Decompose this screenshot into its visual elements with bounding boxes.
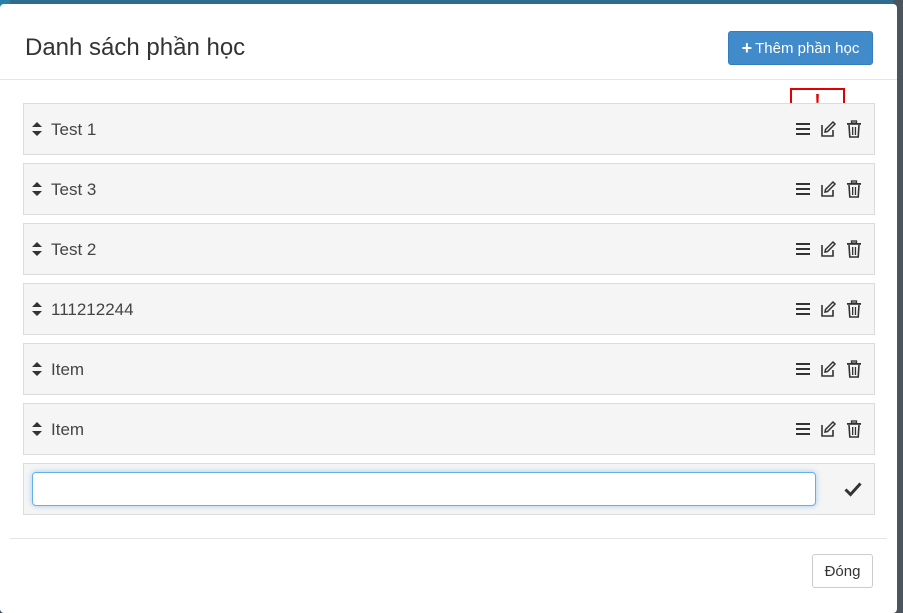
trash-icon[interactable] <box>845 180 863 198</box>
sections-modal: Danh sách phần học + Thêm phần học ! Tes… <box>0 4 897 613</box>
sort-icon[interactable] <box>31 422 43 436</box>
sort-icon[interactable] <box>31 122 43 136</box>
new-section-row <box>23 463 875 515</box>
trash-icon[interactable] <box>845 240 863 258</box>
bars-icon[interactable] <box>794 420 812 438</box>
edit-icon[interactable] <box>819 300 837 318</box>
edit-icon[interactable] <box>819 180 837 198</box>
section-row[interactable]: Test 3 <box>23 163 875 215</box>
bars-icon[interactable] <box>794 180 812 198</box>
trash-icon[interactable] <box>845 360 863 378</box>
section-label: 111212244 <box>51 300 134 319</box>
edit-icon[interactable] <box>819 120 837 138</box>
add-section-label: Thêm phần học <box>755 39 860 57</box>
section-label: Test 1 <box>51 120 97 139</box>
bars-icon[interactable] <box>794 120 812 138</box>
trash-icon[interactable] <box>845 120 863 138</box>
modal-header: Danh sách phần học + Thêm phần học <box>0 4 897 80</box>
section-label: Test 2 <box>51 240 97 259</box>
section-row[interactable]: 111212244 <box>23 283 875 335</box>
edit-icon[interactable] <box>819 420 837 438</box>
modal-footer-divider <box>10 538 887 539</box>
check-icon[interactable] <box>844 481 862 497</box>
trash-icon[interactable] <box>845 300 863 318</box>
close-button[interactable]: Đóng <box>812 554 873 588</box>
section-label: Item <box>51 420 85 439</box>
add-section-button[interactable]: + Thêm phần học <box>728 31 873 65</box>
sort-icon[interactable] <box>31 182 43 196</box>
sort-icon[interactable] <box>31 242 43 256</box>
trash-icon[interactable] <box>845 420 863 438</box>
section-list: Test 1 Test 3 Test 2 111212244 Item Item <box>23 103 875 523</box>
edit-icon[interactable] <box>819 360 837 378</box>
sort-icon[interactable] <box>31 362 43 376</box>
bars-icon[interactable] <box>794 240 812 258</box>
new-section-input[interactable] <box>32 472 816 506</box>
plus-icon: + <box>741 38 753 58</box>
sort-icon[interactable] <box>31 302 43 316</box>
section-label: Test 3 <box>51 180 97 199</box>
bars-icon[interactable] <box>794 300 812 318</box>
section-row[interactable]: Test 2 <box>23 223 875 275</box>
section-row[interactable]: Item <box>23 343 875 395</box>
section-label: Item <box>51 360 85 379</box>
bars-icon[interactable] <box>794 360 812 378</box>
section-row[interactable]: Item <box>23 403 875 455</box>
edit-icon[interactable] <box>819 240 837 258</box>
modal-title: Danh sách phần học <box>25 34 246 61</box>
section-row[interactable]: Test 1 <box>23 103 875 155</box>
